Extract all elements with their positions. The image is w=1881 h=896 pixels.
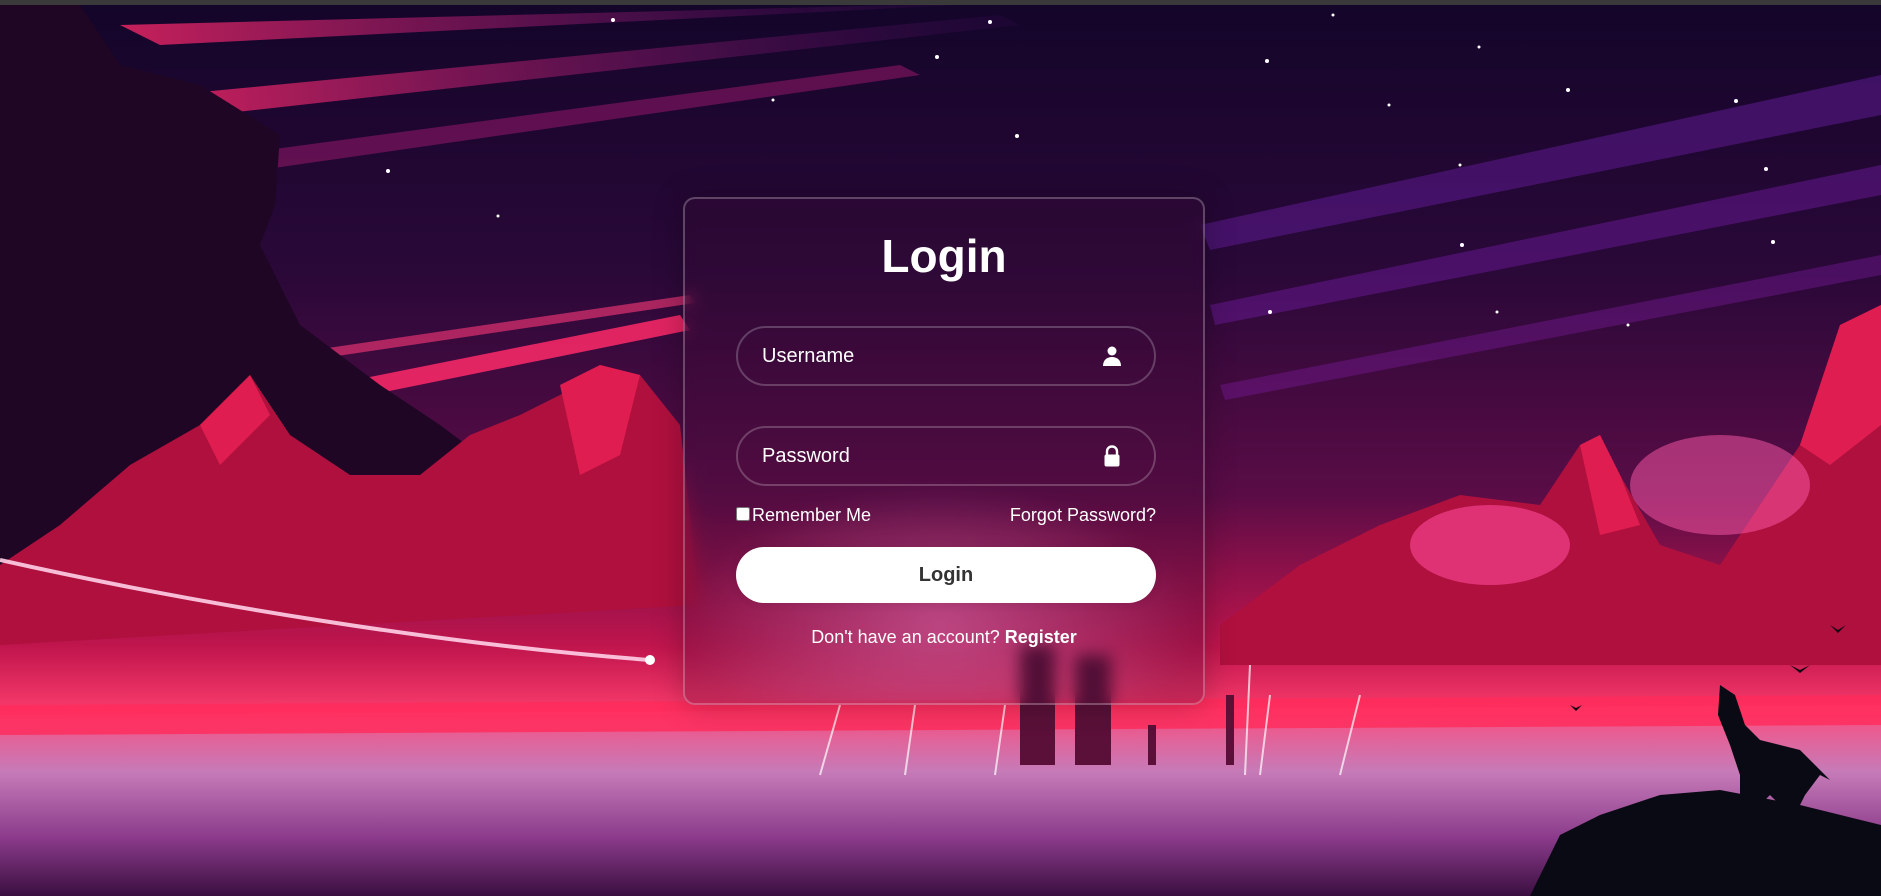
remember-me-label[interactable]: Remember Me [736,505,871,526]
remember-forgot-row: Remember Me Forgot Password? [736,505,1156,529]
remember-me-text: Remember Me [752,505,872,525]
login-form: Login Remember Me Forgot Password? Login… [683,197,1205,705]
password-field-wrapper [736,426,1156,486]
form-title: Login [881,230,1007,282]
register-row: Don't have an account? Register [685,627,1203,648]
password-input[interactable] [738,428,1154,484]
remember-me-checkbox[interactable] [736,506,750,521]
register-prompt: Don't have an account? [811,627,1005,647]
username-field-wrapper [736,326,1156,386]
login-button[interactable]: Login [736,547,1156,603]
user-icon [1103,346,1121,366]
lock-icon [1104,445,1120,467]
register-link[interactable]: Register [1005,627,1077,647]
forgot-password-link[interactable]: Forgot Password? [1010,505,1156,526]
username-input[interactable] [738,328,1154,384]
